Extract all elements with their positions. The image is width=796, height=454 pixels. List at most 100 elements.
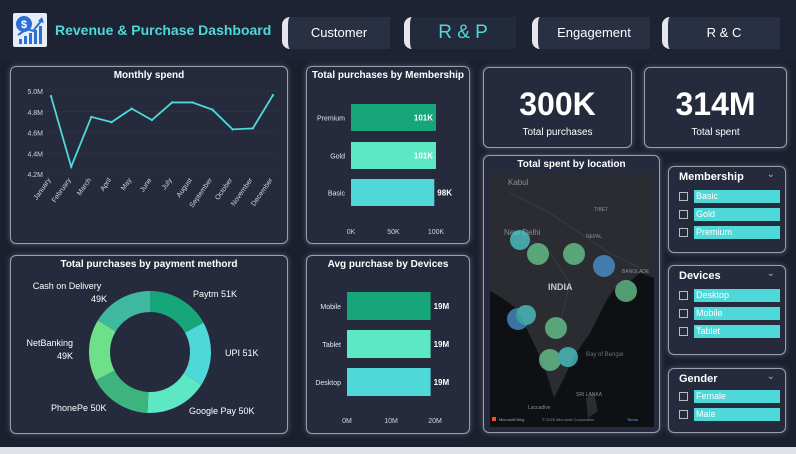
data-label: 98K: [437, 189, 452, 198]
map-label-laccadive: Laccadive: [528, 405, 551, 411]
category-label: Desktop: [315, 380, 341, 387]
line-point[interactable]: [150, 118, 154, 122]
line-point[interactable]: [191, 101, 194, 104]
map-bubble[interactable]: [516, 305, 536, 325]
monthly-spend-line[interactable]: [50, 94, 274, 170]
gender-slicer-title: Gender: [679, 373, 718, 385]
header-bar: $ Revenue & Purchase Dashboard Customer …: [0, 0, 796, 62]
membership-slicer[interactable]: Membership ⌄ Basic Gold Premium: [668, 166, 786, 253]
cod-label: Cash on Delivery: [33, 281, 102, 291]
bar[interactable]: [347, 292, 431, 320]
y-tick-label: 4.8M: [27, 110, 43, 117]
chevron-down-icon[interactable]: ⌄: [767, 268, 775, 279]
total-spent-label: Total spent: [691, 127, 740, 138]
bar[interactable]: [351, 179, 435, 206]
bar[interactable]: [347, 368, 431, 396]
checkbox[interactable]: [679, 228, 688, 237]
x-tick-label: July: [161, 177, 174, 192]
tab-r-and-p[interactable]: R & P: [404, 17, 516, 49]
line-point[interactable]: [110, 120, 113, 124]
monthly-spend-panel[interactable]: Monthly spend 4.2M 4.4M 4.6M 4.8M 5.0M Januar…: [10, 66, 288, 244]
googlepay-label: Google Pay 50K: [189, 406, 255, 416]
chevron-down-icon[interactable]: ⌄: [767, 169, 775, 180]
map-bubble[interactable]: [563, 243, 585, 265]
map-bubble[interactable]: [539, 349, 561, 371]
tab-r-and-c[interactable]: R & C: [662, 17, 780, 49]
slicer-option-female[interactable]: Female: [679, 390, 780, 403]
netbanking-value: 49K: [57, 351, 73, 361]
map-bubble[interactable]: [558, 347, 578, 367]
map-bubble[interactable]: [510, 230, 530, 250]
devices-slicer[interactable]: Devices ⌄ Desktop Mobile Tablet: [668, 265, 786, 355]
slicer-option-male[interactable]: Male: [679, 408, 780, 421]
checkbox[interactable]: [679, 410, 688, 419]
checkbox[interactable]: [679, 309, 688, 318]
dollar-growth-icon: $: [13, 13, 47, 47]
membership-panel[interactable]: Total purchases by Membership Premium 101…: [306, 66, 470, 244]
donut-slice[interactable]: [183, 322, 211, 385]
x-tick-label: February: [51, 177, 73, 204]
slicer-option-premium[interactable]: Premium: [679, 226, 780, 239]
data-label: 101K: [414, 114, 433, 123]
page-title: Revenue & Purchase Dashboard: [55, 22, 272, 38]
paytm-label: Paytm 51K: [193, 289, 237, 299]
map-bubble[interactable]: [545, 317, 567, 339]
total-spent-value: 314M: [675, 86, 756, 122]
line-point[interactable]: [211, 108, 214, 111]
slicer-option-mobile[interactable]: Mobile: [679, 307, 780, 320]
map-label-bay: Bay of Bengal: [586, 352, 623, 358]
line-point[interactable]: [271, 93, 275, 97]
x-tick-label: 50K: [387, 229, 400, 236]
line-point[interactable]: [170, 101, 174, 104]
slicer-option-tablet[interactable]: Tablet: [679, 325, 780, 338]
checkbox[interactable]: [679, 210, 688, 219]
line-point[interactable]: [130, 107, 133, 110]
category-label: Gold: [330, 154, 345, 161]
donut-slice[interactable]: [88, 320, 116, 381]
line-point[interactable]: [69, 165, 73, 168]
line-point[interactable]: [49, 94, 53, 98]
cod-value: 49K: [91, 294, 107, 304]
tab-engagement[interactable]: Engagement: [532, 17, 650, 49]
line-point[interactable]: [251, 127, 255, 130]
map-bubble[interactable]: [593, 255, 615, 277]
x-tick-label: January: [33, 177, 53, 202]
checkbox[interactable]: [679, 192, 688, 201]
devices-panel[interactable]: Avg purchase by Devices Mobile 19M Tablet 1…: [306, 255, 470, 434]
x-tick-label: October: [214, 177, 234, 202]
total-spent-card: 314M Total spent: [644, 67, 787, 148]
devices-chart: Mobile 19M Tablet 19M Desktop 19M 0M 10M 20M: [315, 292, 449, 425]
y-tick-label: 5.0M: [27, 89, 43, 96]
line-point[interactable]: [231, 128, 234, 131]
payment-method-panel[interactable]: Total purchases by payment methord Cash …: [10, 255, 288, 434]
map-label-nepal: NEPAL: [586, 234, 602, 240]
tab-customer[interactable]: Customer: [282, 17, 390, 49]
x-tick-label: 0M: [342, 418, 352, 425]
checkbox[interactable]: [679, 392, 688, 401]
slicer-option-gold[interactable]: Gold: [679, 208, 780, 221]
checkbox[interactable]: [679, 291, 688, 300]
slicer-option-desktop[interactable]: Desktop: [679, 289, 780, 302]
map-label-kabul: Kabul: [508, 178, 529, 187]
total-purchases-card: 300K Total purchases: [483, 67, 632, 148]
map-terms-link[interactable]: Terms: [627, 417, 638, 422]
bottom-scrollbar[interactable]: [0, 447, 796, 454]
map-bubble[interactable]: [615, 280, 637, 302]
gender-slicer[interactable]: Gender ⌄ Female Male: [668, 368, 786, 433]
map-bubble[interactable]: [527, 243, 549, 265]
bar[interactable]: [347, 330, 431, 358]
checkbox[interactable]: [679, 327, 688, 336]
data-label: 101K: [414, 152, 433, 161]
line-point[interactable]: [90, 115, 93, 119]
location-map-panel[interactable]: Total spent by location Kabul TIBET New …: [483, 155, 660, 433]
chevron-down-icon[interactable]: ⌄: [767, 371, 775, 382]
slicer-option-basic[interactable]: Basic: [679, 190, 780, 203]
total-purchases-label: Total purchases: [522, 127, 593, 138]
map-canvas[interactable]: Kabul TIBET New Delhi NEPAL BANGLADE IND…: [490, 173, 654, 427]
map-copyright: © 2025 Microsoft Corporation: [542, 417, 594, 422]
phonepe-label: PhonePe 50K: [51, 403, 107, 413]
map-title: Total spent by location: [517, 159, 626, 170]
bing-logo: Microsoft Bing: [499, 417, 524, 422]
category-label: Mobile: [320, 304, 341, 311]
y-tick-label: 4.2M: [27, 172, 43, 179]
